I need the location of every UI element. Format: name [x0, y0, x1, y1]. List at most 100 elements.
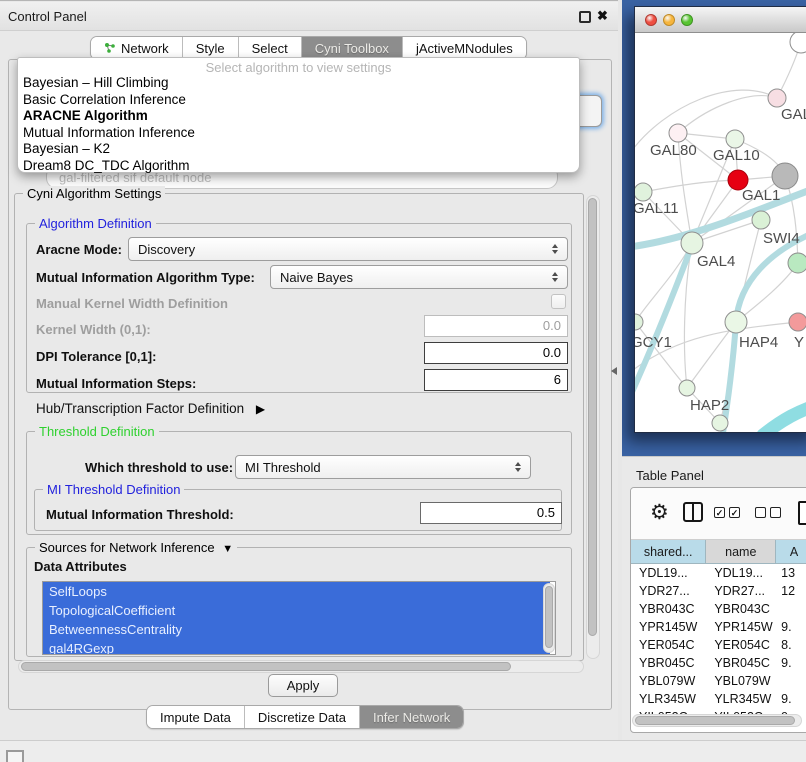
close-icon[interactable]: ✖	[597, 8, 608, 24]
node-label-hap4: HAP4	[739, 334, 778, 351]
dropdown-item-bayesian-hill-climbing[interactable]: Bayesian – Hill Climbing	[18, 75, 579, 92]
tab-discretize-data[interactable]: Discretize Data	[245, 706, 360, 728]
hub-tf-definition-toggle[interactable]: Hub/Transcription Factor Definition ▶	[36, 401, 265, 416]
control-panel-window: Control Panel ✖ NetworkStyleSelectCyni T…	[0, 0, 618, 739]
splitter-collapse-icon[interactable]	[611, 367, 617, 375]
table-row[interactable]: YLR345WYLR345W9.	[631, 690, 806, 708]
network-edge-highlighted[interactable]	[635, 245, 692, 403]
network-edge[interactable]	[643, 180, 738, 192]
dropdown-item-basic-correlation-inference[interactable]: Basic Correlation Inference	[18, 92, 579, 109]
table-row[interactable]: YBL079WYBL079W	[631, 672, 806, 690]
tab-style[interactable]: Style	[183, 37, 239, 59]
tab-network[interactable]: Network	[91, 37, 183, 59]
network-node[interactable]	[788, 253, 806, 273]
table-header-row: shared...nameA	[631, 540, 806, 564]
table-cell: YDR27...	[706, 582, 776, 600]
table-cell: YBR043C	[631, 600, 706, 618]
gear-icon[interactable]: ⚙	[650, 500, 669, 525]
tab-infer-network[interactable]: Infer Network	[360, 706, 463, 728]
group-title: Algorithm Definition	[35, 216, 156, 231]
attribute-item-gal4rgexp[interactable]: gal4RGexp	[43, 639, 550, 655]
attributes-list-scrollbar[interactable]	[543, 583, 555, 653]
network-node[interactable]	[712, 415, 728, 431]
network-node-y[interactable]	[789, 313, 806, 331]
unchecked-box-icon[interactable]	[770, 507, 781, 518]
attribute-item-selfloops[interactable]: SelfLoops	[43, 582, 550, 601]
dropdown-item-aracne-algorithm[interactable]: ARACNE Algorithm	[18, 108, 579, 125]
split-columns-icon[interactable]	[683, 502, 703, 522]
which-threshold-combo[interactable]: MI Threshold	[235, 455, 531, 479]
network-node[interactable]	[772, 163, 798, 189]
mi-algorithm-type-combo[interactable]: Naive Bayes	[270, 265, 568, 289]
attribute-item-topologicalcoefficient[interactable]: TopologicalCoefficient	[43, 601, 550, 620]
table-cell: YBR045C	[631, 654, 706, 672]
table-row[interactable]: YER054CYER054C8.	[631, 636, 806, 654]
network-node[interactable]	[790, 33, 806, 53]
network-node-hap2[interactable]	[679, 380, 695, 396]
checked-box-icon[interactable]: ✓	[729, 507, 740, 518]
table-row[interactable]: YBR043CYBR043C	[631, 600, 806, 618]
unchecked-box-icon[interactable]	[755, 507, 766, 518]
settings-scrollbar-thumb[interactable]	[588, 198, 597, 636]
network-node-hap4[interactable]	[725, 311, 747, 333]
document-icon[interactable]	[798, 501, 806, 525]
network-node-gal80[interactable]	[669, 124, 687, 142]
network-view-window[interactable]: GALGAL80GAL10GAL1GAL11SWI4GAL4GCY1HAP4YH…	[634, 6, 806, 433]
zoom-light-icon[interactable]	[681, 14, 693, 26]
combo-spinner-icon	[515, 462, 521, 472]
aracne-mode-value: Discovery	[138, 242, 195, 257]
dropdown-item-bayesian-k2[interactable]: Bayesian – K2	[18, 141, 579, 158]
network-node-gcy1[interactable]	[635, 314, 643, 330]
float-window-icon[interactable]	[579, 11, 591, 23]
table-hscrollbar-thumb[interactable]	[635, 716, 795, 725]
column-header-shared[interactable]: shared...	[631, 540, 706, 564]
settings-scrollbar[interactable]	[586, 195, 600, 659]
mi-steps-field[interactable]: 6	[424, 369, 568, 391]
table-row[interactable]: YDL19...YDL19...13	[631, 564, 806, 582]
minimize-light-icon[interactable]	[663, 14, 675, 26]
combo-spinner-icon	[552, 272, 558, 282]
network-edge[interactable]	[678, 96, 777, 133]
column-header-name[interactable]: name	[706, 540, 776, 564]
settings-hscrollbar[interactable]	[18, 660, 584, 673]
tab-cyni-toolbox[interactable]: Cyni Toolbox	[302, 37, 403, 59]
column-header-a[interactable]: A	[776, 540, 806, 564]
manual-kernel-width-checkbox[interactable]	[551, 294, 566, 309]
tab-select[interactable]: Select	[239, 37, 302, 59]
table-cell: YER054C	[706, 636, 776, 654]
network-node-gal[interactable]	[768, 89, 786, 107]
network-node-swi4[interactable]	[752, 211, 770, 229]
table-row[interactable]: YBR045CYBR045C9.	[631, 654, 806, 672]
dropdown-item-dream8-dc-tdc-algorithm[interactable]: Dream8 DC_TDC Algorithm	[18, 158, 579, 175]
checked-box-icon[interactable]: ✓	[714, 507, 725, 518]
table-hscrollbar[interactable]	[632, 714, 802, 727]
kernel-width-field[interactable]: 0.0	[424, 315, 568, 337]
attributes-scrollbar-thumb[interactable]	[545, 586, 553, 648]
dropdown-item-mutual-information-inference[interactable]: Mutual Information Inference	[18, 125, 579, 142]
mi-threshold-field[interactable]: 0.5	[420, 502, 562, 524]
tab-jactivemnodules[interactable]: jActiveMNodules	[403, 37, 526, 59]
network-canvas[interactable]: GALGAL80GAL10GAL1GAL11SWI4GAL4GCY1HAP4YH…	[635, 33, 806, 432]
attribute-item-betweennesscentrality[interactable]: BetweennessCentrality	[43, 620, 550, 639]
network-node-gal4[interactable]	[681, 232, 703, 254]
network-node-gal10[interactable]	[726, 130, 744, 148]
close-light-icon[interactable]	[645, 14, 657, 26]
node-label-gal4: GAL4	[697, 253, 735, 270]
screen: Control Panel ✖ NetworkStyleSelectCyni T…	[0, 0, 806, 762]
network-edge-highlighted[interactable]	[763, 405, 806, 432]
settings-hscrollbar-thumb[interactable]	[21, 662, 511, 671]
table-row[interactable]: YPR145WYPR145W9.	[631, 618, 806, 636]
node-label-gcy1: GCY1	[635, 334, 672, 351]
minimized-panel-icon[interactable]	[6, 750, 24, 762]
data-attributes-list: SelfLoopsTopologicalCoefficientBetweenne…	[42, 581, 556, 655]
network-window-titlebar[interactable]	[635, 7, 806, 33]
aracne-mode-combo[interactable]: Discovery	[128, 237, 568, 261]
sources-toggle[interactable]: Sources for Network Inference ▼	[35, 540, 237, 555]
apply-button[interactable]: Apply	[268, 674, 338, 697]
network-node-gal11[interactable]	[635, 183, 652, 201]
tab-jactivemnodules-label: jActiveMNodules	[416, 41, 513, 56]
tab-impute-data[interactable]: Impute Data	[147, 706, 245, 728]
table-cell: YDL19...	[706, 564, 776, 582]
dpi-tolerance-field[interactable]: 0.0	[424, 342, 568, 364]
table-row[interactable]: YDR27...YDR27...12	[631, 582, 806, 600]
